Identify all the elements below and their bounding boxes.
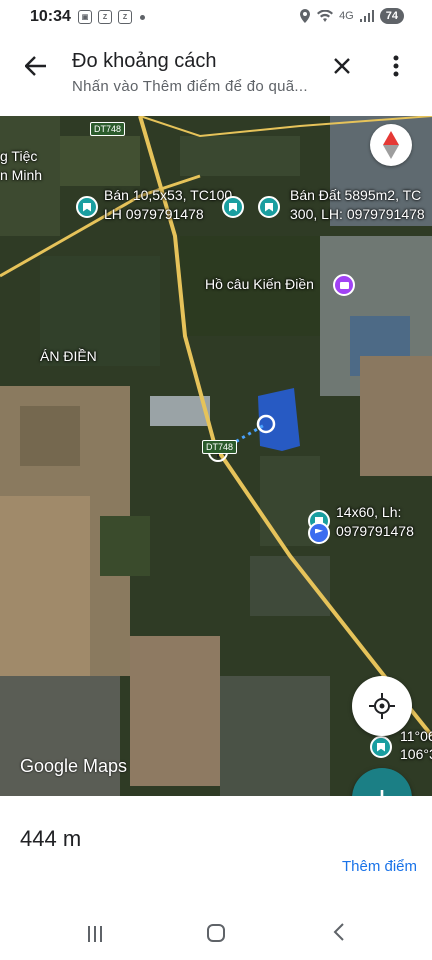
screenshot-icon: ▣: [78, 10, 92, 24]
road-shield: DT748: [202, 440, 238, 454]
camera-pin-icon[interactable]: [333, 274, 355, 296]
more-vert-icon: [393, 55, 399, 77]
google-maps-logo: Google Maps: [20, 756, 128, 776]
status-time: 10:34: [30, 8, 71, 25]
listing-phone: LH 0979791478: [104, 206, 204, 222]
status-notification-icons: ▣ Z Z: [78, 10, 145, 24]
wifi-icon: [317, 10, 334, 22]
listing-pin-icon[interactable]: [370, 736, 392, 758]
listing-label[interactable]: Bán Đất 5895m2, TC: [290, 187, 421, 203]
coordinate-label: 106°3: [400, 746, 432, 762]
listing-pin-icon[interactable]: [258, 196, 280, 218]
measurement-panel: 444 m Thêm điểm: [0, 796, 432, 920]
zalo-icon: Z: [98, 10, 112, 24]
map-view[interactable]: DT748 DT748 g Tiệc n Minh Bán 10,5x53, T…: [0, 116, 432, 796]
more-options-button[interactable]: [380, 50, 412, 82]
crosshair-icon: [369, 693, 395, 719]
listing-label[interactable]: 14x60, Lh:: [336, 504, 401, 520]
chevron-left-icon: [333, 923, 344, 941]
plus-icon: [380, 790, 384, 796]
map-label: g Tiệc: [0, 148, 38, 164]
status-bar: 10:34 ▣ Z Z 4G 74: [0, 0, 432, 36]
my-location-button[interactable]: [352, 676, 412, 736]
poi-label[interactable]: Hồ câu Kiến Điền: [205, 276, 314, 292]
recents-button[interactable]: [88, 926, 106, 942]
signal-icon: [359, 10, 374, 22]
road-shield: DT748: [90, 122, 126, 136]
close-button[interactable]: [326, 50, 358, 82]
listing-pin-icon[interactable]: [222, 196, 244, 218]
area-label: ÁN ĐIỀN: [40, 348, 97, 364]
listing-pin-icon[interactable]: [76, 196, 98, 218]
coordinate-label: 11°06: [400, 728, 432, 744]
zalo-icon: Z: [118, 10, 132, 24]
home-button[interactable]: [207, 924, 225, 942]
system-nav-bar: [0, 920, 432, 960]
toolbar: Đo khoảng cách Nhấn vào Thêm điểm để đo …: [0, 36, 432, 116]
listing-detail: 300, LH: 0979791478: [290, 206, 425, 222]
total-distance: 444 m: [20, 826, 82, 851]
compass-icon: [383, 131, 399, 159]
status-right: 4G 74: [299, 8, 404, 24]
add-point-button[interactable]: Thêm điểm: [342, 858, 417, 875]
location-icon: [300, 9, 311, 23]
flag-pin-icon[interactable]: [308, 522, 330, 544]
back-button[interactable]: [20, 50, 52, 82]
network-label: 4G: [339, 10, 354, 22]
page-subtitle: Nhấn vào Thêm điểm để đo quã...: [72, 78, 308, 95]
battery-badge: 74: [379, 8, 404, 24]
system-back-button[interactable]: [330, 922, 350, 942]
map-label: n Minh: [0, 167, 43, 183]
listing-label[interactable]: Bán 10,5x53, TC100: [104, 187, 232, 203]
compass-button[interactable]: [370, 124, 412, 166]
arrow-back-icon: [25, 56, 46, 76]
listing-phone: 0979791478: [336, 523, 414, 539]
close-icon: [334, 58, 350, 74]
dot-icon: [140, 14, 145, 20]
page-title: Đo khoảng cách: [72, 50, 217, 72]
